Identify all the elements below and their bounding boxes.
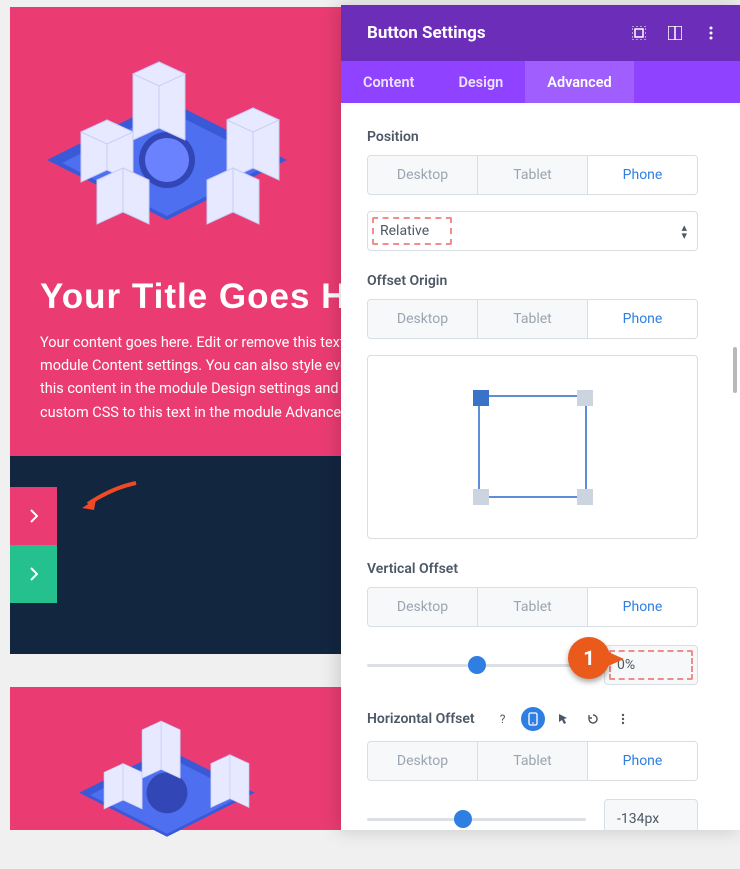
origin-handle-bottom-left[interactable] xyxy=(473,489,489,505)
kebab-menu-icon[interactable] xyxy=(704,26,718,40)
slider-thumb[interactable] xyxy=(468,656,486,674)
vertical-offset-device-toggle: Desktop Tablet Phone xyxy=(367,587,698,627)
annotation-callout-number: 1 xyxy=(583,646,594,670)
panel-body: Position Desktop Tablet Phone Relative O… xyxy=(341,103,740,830)
vertical-offset-label: Vertical Offset xyxy=(367,561,714,577)
device-phone[interactable]: Phone xyxy=(588,300,697,338)
panel-title: Button Settings xyxy=(367,23,486,43)
device-tablet[interactable]: Tablet xyxy=(478,300,588,338)
horizontal-offset-device-toggle: Desktop Tablet Phone xyxy=(367,741,698,781)
position-label: Position xyxy=(367,129,714,145)
select-caret-icon xyxy=(681,222,687,241)
annotation-callout-1: 1 xyxy=(540,634,610,682)
offset-origin-picker xyxy=(367,355,698,539)
expand-icon[interactable] xyxy=(632,26,646,40)
offset-origin-device-toggle: Desktop Tablet Phone xyxy=(367,299,698,339)
device-tablet[interactable]: Tablet xyxy=(478,742,588,780)
panel-header: Button Settings xyxy=(341,5,740,61)
tab-advanced[interactable]: Advanced xyxy=(525,61,633,103)
horizontal-offset-label: Horizontal Offset xyxy=(367,711,475,727)
device-desktop[interactable]: Desktop xyxy=(368,300,478,338)
horizontal-offset-value: -134px xyxy=(617,811,659,827)
scrollbar[interactable] xyxy=(733,347,737,393)
origin-handle-top-left[interactable] xyxy=(473,390,489,406)
kebab-menu-icon[interactable] xyxy=(611,707,635,731)
horizontal-offset-input[interactable]: -134px xyxy=(604,799,698,830)
annotation-arrow xyxy=(82,480,138,510)
button-module-teal[interactable] xyxy=(10,545,57,603)
position-device-toggle: Desktop Tablet Phone xyxy=(367,155,698,195)
split-view-icon[interactable] xyxy=(668,26,682,40)
hover-cursor-icon[interactable] xyxy=(551,707,575,731)
device-desktop[interactable]: Desktop xyxy=(368,742,478,780)
position-select-value: Relative xyxy=(368,223,429,239)
origin-handle-bottom-right[interactable] xyxy=(577,489,593,505)
isometric-city-illustration xyxy=(37,705,297,855)
phone-icon[interactable] xyxy=(521,707,545,731)
reset-icon[interactable] xyxy=(581,707,605,731)
device-desktop[interactable]: Desktop xyxy=(368,156,478,194)
chevron-right-icon xyxy=(30,509,38,523)
origin-handle-top-right[interactable] xyxy=(577,390,593,406)
device-phone[interactable]: Phone xyxy=(588,588,697,626)
device-tablet[interactable]: Tablet xyxy=(478,156,588,194)
device-desktop[interactable]: Desktop xyxy=(368,588,478,626)
settings-panel: Button Settings Content Design Advanced … xyxy=(341,5,740,830)
tab-design[interactable]: Design xyxy=(436,61,525,103)
chevron-right-icon xyxy=(30,567,38,581)
origin-frame xyxy=(478,395,587,498)
help-icon[interactable]: ? xyxy=(491,707,515,731)
panel-tabs: Content Design Advanced xyxy=(341,61,740,103)
position-select[interactable]: Relative xyxy=(367,211,698,251)
slider-thumb[interactable] xyxy=(454,810,472,828)
offset-origin-label: Offset Origin xyxy=(367,273,714,289)
isometric-city-illustration xyxy=(37,40,297,245)
button-module-pink[interactable] xyxy=(10,487,57,545)
device-phone[interactable]: Phone xyxy=(588,156,697,194)
device-tablet[interactable]: Tablet xyxy=(478,588,588,626)
device-phone[interactable]: Phone xyxy=(588,742,697,780)
tab-content[interactable]: Content xyxy=(341,61,436,103)
horizontal-offset-slider[interactable] xyxy=(367,818,586,821)
